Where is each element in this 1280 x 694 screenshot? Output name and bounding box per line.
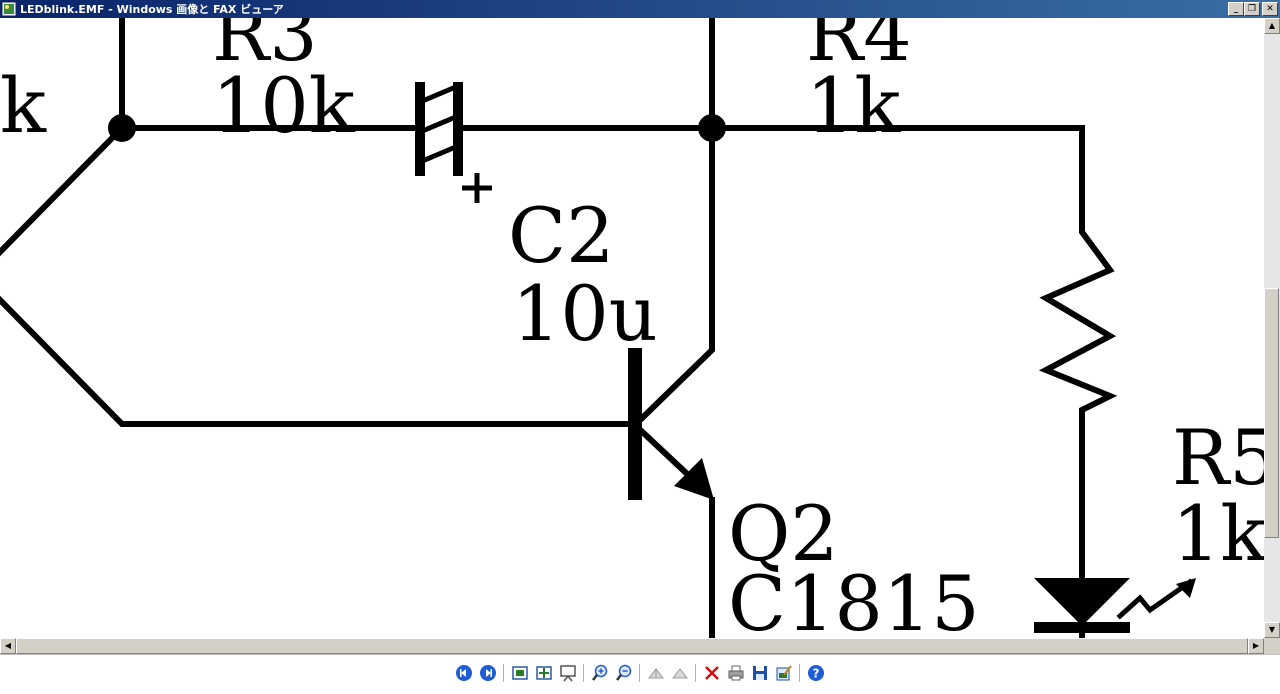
- actual-size-button[interactable]: [534, 663, 554, 683]
- zoom-out-icon: [616, 664, 632, 681]
- delete-button[interactable]: [702, 663, 722, 683]
- title-bar: LEDblink.EMF - Windows 画像と FAX ビューア _ ❐ …: [0, 0, 1280, 18]
- transistor-q2-base: [628, 348, 642, 500]
- scrollbar-corner: [1264, 638, 1280, 654]
- rotate-cw-icon: [647, 668, 665, 679]
- previous-image-button[interactable]: [454, 663, 474, 683]
- r5-ref-label: R5: [1172, 413, 1264, 502]
- edit-icon: [776, 665, 792, 681]
- partial-resistor-value: k: [0, 61, 47, 150]
- q2-value-label: C1815: [728, 559, 980, 639]
- vertical-scrollbar[interactable]: ▲ ▼: [1264, 18, 1280, 638]
- slideshow-button[interactable]: [558, 663, 578, 683]
- window-title: LEDblink.EMF - Windows 画像と FAX ビューア: [20, 3, 284, 16]
- best-fit-icon: [512, 666, 528, 680]
- rotate-counterclockwise-button[interactable]: [670, 663, 690, 683]
- help-button[interactable]: ?: [806, 663, 826, 683]
- r3-value-label: 10k: [212, 61, 355, 150]
- print-button[interactable]: [726, 663, 746, 683]
- rotate-clockwise-button[interactable]: [646, 663, 666, 683]
- scroll-left-button[interactable]: ◀: [0, 638, 16, 654]
- c2-value-label: 10u: [512, 269, 658, 358]
- toolbar-separator: [503, 664, 504, 682]
- svg-text:?: ?: [813, 667, 820, 681]
- next-icon: [480, 665, 496, 681]
- save-icon: [753, 666, 767, 680]
- minimize-button[interactable]: _: [1228, 2, 1244, 16]
- horizontal-scrollbar[interactable]: ◀ ▶: [0, 638, 1264, 654]
- previous-icon: [456, 665, 472, 681]
- scroll-down-button[interactable]: ▼: [1264, 622, 1280, 638]
- next-image-button[interactable]: [478, 663, 498, 683]
- capacitor-c2-symbol: [415, 82, 492, 203]
- help-icon: ?: [808, 665, 824, 681]
- close-button[interactable]: ✕: [1262, 2, 1278, 16]
- restore-button[interactable]: ❐: [1244, 2, 1260, 16]
- toolbar-separator: [695, 664, 696, 682]
- scroll-right-button[interactable]: ▶: [1248, 638, 1264, 654]
- c2-ref-label: C2: [508, 191, 615, 280]
- best-fit-button[interactable]: [510, 663, 530, 683]
- viewer-toolbar: ?: [0, 654, 1280, 694]
- save-button[interactable]: [750, 663, 770, 683]
- delete-icon: [705, 666, 719, 680]
- r4-value-label: 1k: [806, 61, 901, 150]
- image-viewer-icon: [2, 2, 16, 16]
- scroll-up-button[interactable]: ▲: [1264, 18, 1280, 34]
- slideshow-icon: [560, 665, 576, 682]
- edit-button[interactable]: [774, 663, 794, 683]
- resistor-r5-symbol: [1038, 125, 1118, 583]
- zoom-out-button[interactable]: [614, 663, 634, 683]
- junction-dot: [698, 114, 726, 142]
- toolbar-separator: [639, 664, 640, 682]
- led-symbol: [1034, 578, 1130, 626]
- rotate-ccw-icon: [671, 668, 689, 679]
- toolbar-separator: [799, 664, 800, 682]
- zoom-in-icon: [592, 664, 608, 681]
- zoom-in-button[interactable]: [590, 663, 610, 683]
- toolbar-separator: [583, 664, 584, 682]
- junction-dot: [108, 114, 136, 142]
- vertical-scroll-thumb[interactable]: [1264, 288, 1279, 538]
- print-icon: [728, 665, 744, 681]
- led-cathode-bar: [1034, 622, 1130, 633]
- image-canvas[interactable]: k R3 10k R4 1k C2 10u Q2 C1815 R5 1k: [0, 18, 1264, 638]
- r5-value-label: 1k: [1172, 489, 1264, 578]
- actual-size-icon: [536, 666, 552, 680]
- horizontal-scroll-thumb[interactable]: [16, 638, 1248, 654]
